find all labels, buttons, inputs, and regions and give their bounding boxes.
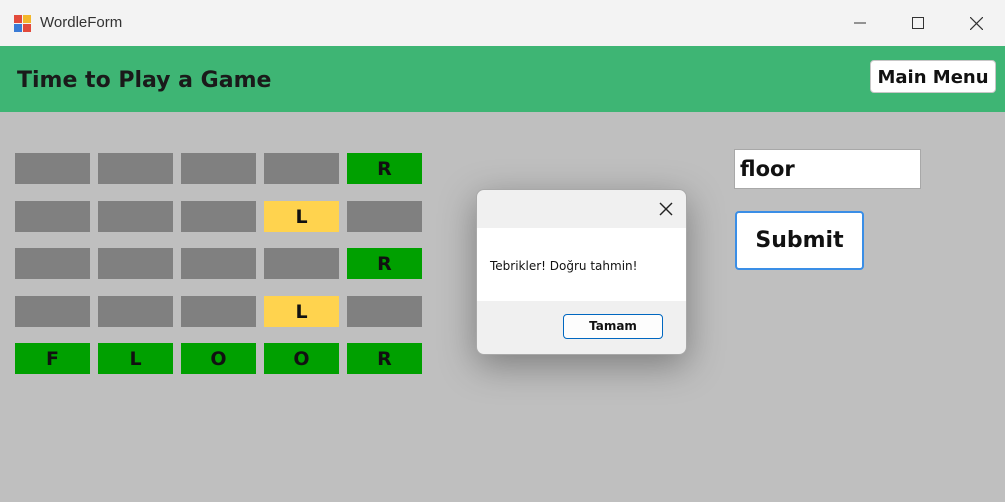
board-cell bbox=[181, 153, 256, 184]
board-cell bbox=[181, 296, 256, 327]
board-cell bbox=[15, 201, 90, 232]
board-cell bbox=[98, 248, 173, 279]
board-cell: R bbox=[347, 248, 422, 279]
board-cell: L bbox=[264, 201, 339, 232]
board-cell: O bbox=[264, 343, 339, 374]
guess-input[interactable]: floor bbox=[734, 149, 921, 189]
board-cell: O bbox=[181, 343, 256, 374]
board-cell: L bbox=[98, 343, 173, 374]
board-cell: F bbox=[15, 343, 90, 374]
app-icon bbox=[14, 15, 31, 32]
board-cell: L bbox=[264, 296, 339, 327]
board-cell bbox=[264, 248, 339, 279]
title-bar: WordleForm bbox=[0, 0, 1005, 47]
maximize-icon bbox=[912, 17, 924, 29]
board-cell bbox=[98, 296, 173, 327]
board-cell bbox=[181, 201, 256, 232]
submit-button[interactable]: Submit bbox=[735, 211, 864, 270]
board-cell bbox=[15, 153, 90, 184]
board-cell: R bbox=[347, 153, 422, 184]
maximize-button[interactable] bbox=[889, 0, 947, 46]
dialog-close-icon[interactable] bbox=[658, 201, 674, 217]
page-title: Time to Play a Game bbox=[17, 68, 272, 93]
window-title: WordleForm bbox=[40, 14, 123, 31]
close-icon bbox=[969, 16, 983, 30]
dialog-ok-button[interactable]: Tamam bbox=[563, 314, 663, 339]
board-cell bbox=[15, 296, 90, 327]
message-dialog: Tebrikler! Doğru tahmin! Tamam bbox=[476, 189, 687, 355]
minimize-icon bbox=[854, 22, 866, 24]
dialog-message: Tebrikler! Doğru tahmin! bbox=[490, 259, 638, 273]
board-cell bbox=[181, 248, 256, 279]
close-window-button[interactable] bbox=[947, 0, 1005, 46]
main-menu-button[interactable]: Main Menu bbox=[870, 60, 996, 93]
header-bar: Time to Play a Game bbox=[0, 46, 1005, 112]
board-cell bbox=[98, 153, 173, 184]
board-cell: R bbox=[347, 343, 422, 374]
board-cell bbox=[15, 248, 90, 279]
board-cell bbox=[347, 296, 422, 327]
board-cell bbox=[98, 201, 173, 232]
board-cell bbox=[347, 201, 422, 232]
minimize-button[interactable] bbox=[831, 0, 889, 46]
board-cell bbox=[264, 153, 339, 184]
